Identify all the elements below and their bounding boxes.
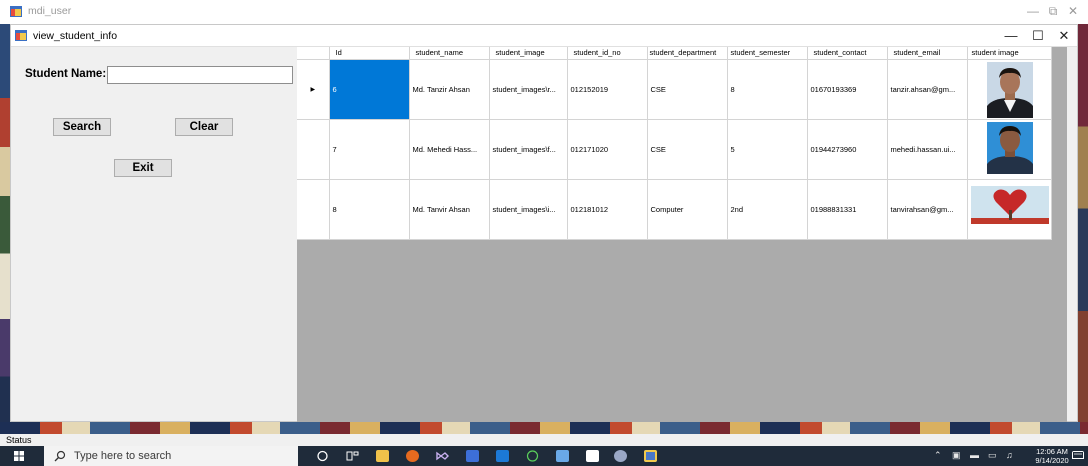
outlook-icon[interactable] — [496, 450, 509, 462]
cell-student-id-no[interactable]: 012181012 — [567, 179, 648, 240]
start-icon[interactable] — [14, 451, 24, 461]
cell-student-contact[interactable]: 01670193369 — [807, 59, 888, 120]
student-portrait-photo — [970, 60, 1049, 118]
column-header-student-contact[interactable]: student_contact — [807, 47, 888, 60]
grid-corner-cell[interactable] — [297, 47, 330, 60]
student-portrait-photo — [970, 120, 1049, 178]
app-icon[interactable] — [556, 450, 569, 462]
cell-student-department[interactable]: CSE — [647, 59, 728, 120]
row-header-cell[interactable] — [297, 179, 330, 240]
cell-student-image[interactable]: student_images\r... — [489, 59, 568, 120]
cell-student-department[interactable]: CSE — [647, 119, 728, 180]
cell-student-photo[interactable] — [967, 59, 1052, 120]
firefox-icon[interactable] — [406, 450, 419, 462]
search-button[interactable]: Search — [53, 118, 111, 136]
taskbar-clock[interactable]: 12:06 AM 9/14/2020 — [1032, 447, 1072, 465]
student-table: Id student_name student_image student_id… — [297, 47, 1052, 240]
task-view-icon[interactable] — [346, 450, 359, 462]
student-name-label: Student Name: — [25, 68, 107, 80]
cell-id[interactable]: 8 — [329, 179, 410, 240]
student-data-grid[interactable]: Id student_name student_image student_id… — [297, 47, 1067, 422]
row-header-cell[interactable] — [297, 119, 330, 180]
exit-button[interactable]: Exit — [114, 159, 172, 177]
outer-restore-button[interactable]: ⧉ — [1046, 4, 1060, 18]
child-minimize-button[interactable]: — — [1003, 28, 1019, 44]
child-maximize-button[interactable]: ☐ — [1030, 28, 1046, 44]
grid-header-row: Id student_name student_image student_id… — [297, 47, 1052, 60]
table-row[interactable]: ▶ 6 Md. Tanzir Ahsan student_images\r...… — [297, 59, 1052, 120]
cell-student-semester[interactable]: 5 — [727, 119, 808, 180]
cell-student-email[interactable]: mehedi.hassan.ui... — [887, 119, 968, 180]
clear-button[interactable]: Clear — [175, 118, 233, 136]
cell-student-image[interactable]: student_images\i... — [489, 179, 568, 240]
volume-icon[interactable]: ♫ — [1006, 450, 1013, 460]
app-form-icon — [10, 6, 22, 17]
windows-taskbar: Type here to search ⌃ ▣ ▬ ▭ ♫ 12:06 AM 9… — [0, 446, 1088, 466]
visual-studio-icon[interactable] — [436, 450, 449, 462]
view-student-info-window: view_student_info — ☐ ✕ Student Name: Se… — [10, 24, 1078, 422]
clock-date: 9/14/2020 — [1035, 456, 1069, 465]
heart-tree-photo — [970, 180, 1049, 238]
background-image-left — [0, 24, 10, 434]
taskbar-search-box[interactable]: Type here to search — [44, 446, 298, 466]
cell-student-photo[interactable] — [967, 119, 1052, 180]
notifications-icon[interactable] — [1072, 451, 1084, 461]
status-strip: Status — [0, 434, 1088, 446]
child-close-button[interactable]: ✕ — [1056, 28, 1072, 44]
cell-student-semester[interactable]: 2nd — [727, 179, 808, 240]
column-header-student-semester[interactable]: student_semester — [727, 47, 808, 60]
table-row[interactable]: 8 Md. Tanvir Ahsan student_images\i... 0… — [297, 179, 1052, 240]
upwork-icon[interactable] — [526, 450, 539, 462]
column-header-student-department[interactable]: student_department — [647, 47, 728, 60]
cell-student-department[interactable]: Computer — [647, 179, 728, 240]
mdi-user-window: mdi_user — ⧉ ✕ view_student_info — ☐ ✕ S… — [0, 0, 1088, 446]
cell-student-name[interactable]: Md. Tanvir Ahsan — [409, 179, 490, 240]
cell-id[interactable]: 7 — [329, 119, 410, 180]
cell-student-email[interactable]: tanvirahsan@gm... — [887, 179, 968, 240]
app-icon[interactable] — [466, 450, 479, 462]
clock-time: 12:06 AM — [1036, 447, 1068, 456]
network-icon[interactable]: ▣ — [952, 450, 961, 461]
cell-student-semester[interactable]: 8 — [727, 59, 808, 120]
cell-student-name[interactable]: Md. Mehedi Hass... — [409, 119, 490, 180]
column-header-id[interactable]: Id — [329, 47, 410, 60]
column-header-student-image[interactable]: student_image — [489, 47, 568, 60]
cell-student-image[interactable]: student_images\f... — [489, 119, 568, 180]
winforms-app-icon[interactable] — [644, 450, 657, 462]
background-image-bottom — [0, 422, 1088, 434]
current-row-indicator-icon[interactable]: ▶ — [297, 59, 330, 120]
paint-icon[interactable] — [614, 450, 627, 462]
battery-icon[interactable]: ▬ — [970, 450, 979, 460]
child-window-title: view_student_info — [33, 30, 118, 42]
cell-student-name[interactable]: Md. Tanzir Ahsan — [409, 59, 490, 120]
column-header-student-id-no[interactable]: student_id_no — [567, 47, 648, 60]
search-placeholder: Type here to search — [74, 450, 172, 462]
table-row[interactable]: 7 Md. Mehedi Hass... student_images\f...… — [297, 119, 1052, 180]
student-name-input[interactable] — [107, 66, 293, 84]
cell-student-id-no[interactable]: 012171020 — [567, 119, 648, 180]
notepad-icon[interactable] — [586, 450, 599, 462]
app-form-icon — [15, 30, 27, 41]
outer-close-button[interactable]: ✕ — [1066, 4, 1080, 18]
outer-window-title: mdi_user — [28, 5, 72, 17]
cell-student-email[interactable]: tanzir.ahsan@gm... — [887, 59, 968, 120]
column-header-student-name[interactable]: student_name — [409, 47, 490, 60]
file-explorer-icon[interactable] — [376, 450, 389, 462]
display-icon[interactable]: ▭ — [988, 450, 997, 461]
child-title-bar[interactable]: view_student_info — ☐ ✕ — [11, 25, 1077, 47]
search-icon — [54, 450, 66, 462]
cell-id[interactable]: 6 — [329, 59, 410, 120]
show-hidden-icons-icon[interactable]: ⌃ — [934, 450, 942, 461]
cortana-icon[interactable] — [316, 450, 329, 462]
cell-student-photo[interactable] — [967, 179, 1052, 240]
cell-student-contact[interactable]: 01944273960 — [807, 119, 888, 180]
column-header-student-email[interactable]: student_email — [887, 47, 968, 60]
column-header-student-photo[interactable]: student image — [967, 47, 1052, 60]
cell-student-id-no[interactable]: 012152019 — [567, 59, 648, 120]
outer-minimize-button[interactable]: — — [1026, 4, 1040, 18]
outer-title-bar[interactable]: mdi_user — ⧉ ✕ — [0, 0, 1088, 24]
cell-student-contact[interactable]: 01988831331 — [807, 179, 888, 240]
